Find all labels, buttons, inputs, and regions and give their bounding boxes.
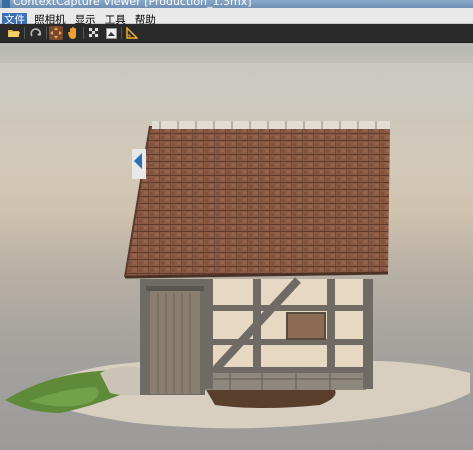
measure-button[interactable]	[125, 26, 139, 40]
window-title: ContextCapture Viewer [Production_1.3mx]	[13, 0, 252, 8]
toolbar-separator	[24, 27, 25, 39]
roof-ridge	[152, 121, 390, 129]
open-button[interactable]	[7, 26, 21, 40]
window-panel	[286, 312, 326, 340]
pan-button[interactable]	[49, 26, 63, 40]
checkerboard-icon	[89, 28, 99, 38]
menu-bar: 文件 照相机 显示 工具 帮助	[0, 8, 473, 28]
title-bar: ContextCapture Viewer [Production_1.3mx]	[0, 0, 473, 8]
hand-icon	[68, 27, 76, 39]
rotate-icon	[30, 28, 42, 37]
folder-open-icon	[8, 30, 20, 37]
hand-button[interactable]	[66, 26, 80, 40]
checkerboard-button[interactable]	[87, 26, 101, 40]
toolbar-separator	[83, 27, 84, 39]
sky-haze	[0, 63, 473, 123]
toolbar-separator	[121, 27, 122, 39]
app-icon	[2, 0, 10, 8]
snapshot-button[interactable]	[104, 26, 118, 40]
door-lintel	[146, 286, 204, 291]
snapshot-icon	[105, 27, 117, 39]
rotate-button[interactable]	[29, 26, 43, 40]
toolbar	[0, 24, 473, 43]
model-scene	[0, 63, 473, 429]
3d-viewport[interactable]	[0, 43, 473, 450]
foundation	[202, 372, 366, 390]
toolbar-separator	[46, 27, 47, 39]
pan-icon	[50, 27, 62, 39]
measure-ruler-icon	[126, 27, 138, 39]
app-window: ContextCapture Viewer [Production_1.3mx]…	[0, 0, 473, 450]
roof	[125, 126, 390, 277]
